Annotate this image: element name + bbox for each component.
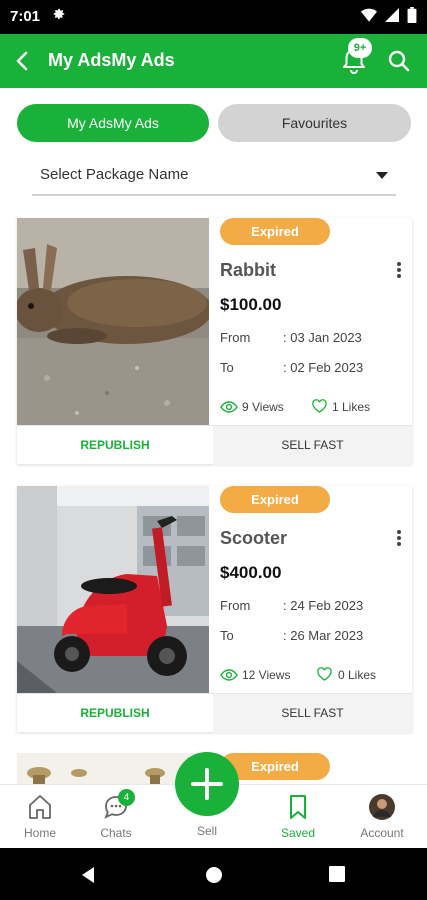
app-bar: My AdsMy Ads 9+ xyxy=(0,34,427,88)
card-actions: REPUBLISH SELL FAST xyxy=(17,693,412,733)
likes-count: 0 Likes xyxy=(338,668,377,682)
status-time: 7:01 xyxy=(10,8,41,25)
views-count: 12 Views xyxy=(242,668,291,682)
from-date: : 24 Feb 2023 xyxy=(283,598,364,613)
nav-home[interactable]: Home xyxy=(0,785,80,849)
tab-my-ads[interactable]: My AdsMy Ads xyxy=(17,104,209,142)
notification-badge: 9+ xyxy=(348,38,372,58)
wifi-icon xyxy=(361,8,377,22)
republish-button[interactable]: REPUBLISH xyxy=(17,426,213,465)
card-actions: REPUBLISH SELL FAST xyxy=(17,425,412,465)
status-bar: 7:01 xyxy=(0,0,427,34)
system-home-icon[interactable] xyxy=(205,866,223,884)
to-label: To xyxy=(220,628,234,643)
system-navigation-bar xyxy=(0,848,427,900)
ad-card[interactable]: Expired Rabbit $100.00 From : 03 Jan 202… xyxy=(17,218,412,465)
nav-account[interactable]: Account xyxy=(342,785,422,849)
status-badge: Expired xyxy=(220,218,330,245)
system-recents-icon[interactable] xyxy=(329,866,345,882)
nav-chats-label: Chats xyxy=(100,826,132,840)
to-date: : 02 Feb 2023 xyxy=(283,360,364,375)
more-vert-icon[interactable] xyxy=(393,260,405,280)
battery-icon xyxy=(407,7,417,23)
from-label: From xyxy=(220,598,251,613)
to-label: To xyxy=(220,360,234,375)
ad-image-scooter[interactable] xyxy=(17,486,209,693)
ad-image-rabbit[interactable] xyxy=(17,218,209,425)
eye-icon xyxy=(220,401,238,413)
signal-icon xyxy=(385,8,399,22)
from-label: From xyxy=(220,330,251,345)
bookmark-icon xyxy=(290,795,306,819)
views-count: 9 Views xyxy=(242,400,284,414)
ad-price: $100.00 xyxy=(220,295,282,314)
nav-chats[interactable]: 4 Chats xyxy=(76,785,156,849)
plus-icon xyxy=(191,768,223,800)
home-icon xyxy=(29,795,51,819)
avatar xyxy=(369,794,395,820)
nav-home-label: Home xyxy=(23,826,56,840)
likes-count: 1 Likes xyxy=(332,400,371,414)
page-title: My AdsMy Ads xyxy=(48,50,175,70)
ad-card[interactable]: Expired Scooter $400.00 From : 24 Feb 20… xyxy=(17,486,412,733)
caret-down-icon xyxy=(376,172,388,179)
eye-icon xyxy=(220,669,238,681)
search-icon[interactable] xyxy=(386,48,412,74)
more-vert-icon[interactable] xyxy=(393,528,405,548)
from-date: : 03 Jan 2023 xyxy=(283,330,362,345)
back-arrow-icon[interactable] xyxy=(12,48,34,74)
heart-icon xyxy=(312,399,327,413)
nav-saved[interactable]: Saved xyxy=(258,785,338,849)
settings-gear-icon xyxy=(52,7,66,25)
sell-fab-button[interactable] xyxy=(175,752,239,816)
package-select[interactable]: Select Package Name xyxy=(32,160,396,196)
status-badge: Expired xyxy=(220,486,330,513)
sell-fast-button[interactable]: SELL FAST xyxy=(213,426,412,465)
ad-title: Scooter xyxy=(220,528,288,548)
tab-bar: My AdsMy Ads Favourites xyxy=(17,104,411,142)
nav-account-label: Account xyxy=(360,826,404,840)
nav-sell-label: Sell xyxy=(196,824,217,838)
nav-saved-label: Saved xyxy=(280,826,316,840)
system-back-icon[interactable] xyxy=(80,866,96,884)
sell-fast-button[interactable]: SELL FAST xyxy=(213,694,412,733)
ad-price: $400.00 xyxy=(220,563,282,582)
republish-button[interactable]: REPUBLISH xyxy=(17,694,213,733)
package-select-label: Select Package Name xyxy=(40,166,189,183)
tab-favourites[interactable]: Favourites xyxy=(218,104,411,142)
chats-badge: 4 xyxy=(118,789,135,806)
main-content: My AdsMy Ads Favourites Select Package N… xyxy=(0,88,427,784)
to-date: : 26 Mar 2023 xyxy=(283,628,364,643)
ad-title: Rabbit xyxy=(220,260,276,280)
heart-icon xyxy=(317,667,332,681)
